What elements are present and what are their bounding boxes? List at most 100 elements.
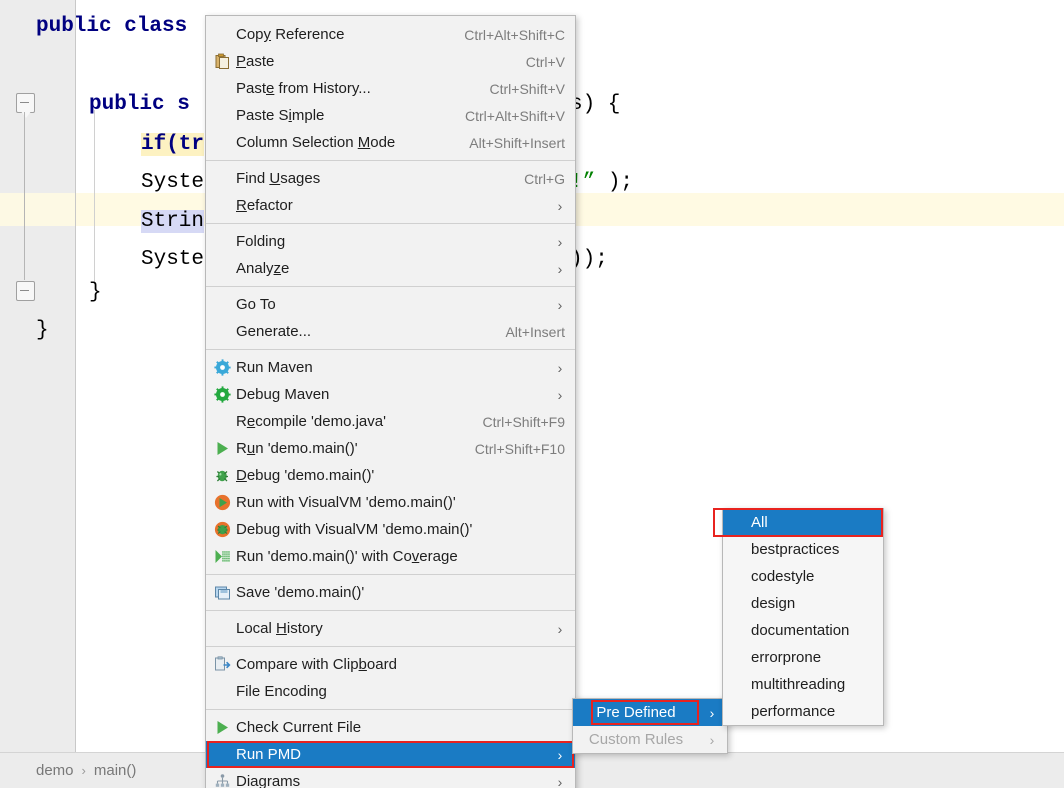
code-token: public s	[89, 93, 190, 116]
code-line-left-2: if(tr	[141, 128, 205, 161]
save-icon	[208, 579, 236, 606]
menu-item-run-maven[interactable]: Run Maven ›	[206, 354, 575, 381]
submenu-item-multithreading[interactable]: multithreading	[723, 671, 883, 698]
no-icon	[208, 165, 236, 192]
menu-item-label: bestpractices	[751, 541, 840, 558]
menu-item-run-demomain-with-coverage[interactable]: Run 'demo.main()' with Coverage	[206, 543, 575, 570]
visualvm-debug-icon	[208, 516, 236, 543]
code-line-left-7: }	[36, 314, 49, 347]
menu-item-run-with-visualvm-demomain[interactable]: Run with VisualVM 'demo.main()'	[206, 489, 575, 516]
code-line-left-4: Strin	[141, 205, 205, 238]
menu-item-shortcut: Ctrl+Shift+F10	[474, 440, 565, 457]
no-icon	[208, 678, 236, 705]
no-icon	[208, 192, 236, 219]
menu-item-shortcut: Alt+Shift+Insert	[469, 134, 565, 151]
menu-item-label: Paste from History...	[236, 80, 371, 97]
submenu-item-errorprone[interactable]: errorprone	[723, 644, 883, 671]
pre-defined-submenu[interactable]: All bestpractices codestyle design documenta…	[713, 508, 884, 726]
menu-item-recompile-demojava[interactable]: Recompile 'demo.java' Ctrl+Shift+F9	[206, 408, 575, 435]
menu-item-label: Paste Simple	[236, 107, 325, 124]
menu-item-label: Analyze	[236, 260, 290, 277]
submenu-item-bestpractices[interactable]: bestpractices	[723, 536, 883, 563]
breadcrumb-item[interactable]: main()	[94, 762, 137, 779]
submenu-item-custom-rules: Custom Rules ›	[573, 726, 727, 753]
menu-item-debug-with-visualvm-demomain[interactable]: Debug with VisualVM 'demo.main()'	[206, 516, 575, 543]
menu-separator	[206, 286, 575, 287]
submenu-item-documentation[interactable]: documentation	[723, 617, 883, 644]
code-token: ”	[582, 171, 596, 194]
menu-item-label: Folding	[236, 233, 286, 250]
menu-item-paste-simple[interactable]: Paste Simple Ctrl+Alt+Shift+V	[206, 102, 575, 129]
menu-item-shortcut: Alt+Insert	[505, 323, 565, 340]
code-token: Syste	[141, 248, 205, 271]
menu-item-generate[interactable]: Generate... Alt+Insert	[206, 318, 575, 345]
code-token: }	[36, 319, 49, 342]
submenu-arrow-icon: ›	[709, 704, 715, 721]
menu-item-label: Run Maven	[236, 359, 313, 376]
menu-item-label: multithreading	[751, 676, 846, 693]
menu-item-compare-with-clipboard[interactable]: Compare with Clipboard	[206, 651, 575, 678]
menu-item-label: Debug Maven	[236, 386, 330, 403]
menu-item-label: Generate...	[236, 323, 312, 340]
no-icon	[208, 75, 236, 102]
menu-item-label: Paste	[236, 53, 275, 70]
menu-item-diagrams[interactable]: Diagrams ›	[206, 768, 575, 788]
menu-item-find-usages[interactable]: Find Usages Ctrl+G	[206, 165, 575, 192]
editor-context-menu[interactable]: Copy Reference Ctrl+Alt+Shift+C Paste Ctrl+…	[205, 15, 576, 788]
submenu-arrow-icon: ›	[557, 197, 563, 214]
submenu-item-codestyle[interactable]: codestyle	[723, 563, 883, 590]
menu-item-label: Debug 'demo.main()'	[236, 467, 375, 484]
menu-item-label: Check Current File	[236, 719, 362, 736]
menu-item-refactor[interactable]: Refactor ›	[206, 192, 575, 219]
submenu-item-all[interactable]: All	[713, 508, 883, 537]
submenu-item-pre-defined[interactable]: Pre Defined ›	[573, 699, 727, 726]
menu-item-go-to[interactable]: Go To ›	[206, 291, 575, 318]
submenu-item-performance[interactable]: performance	[723, 698, 883, 725]
menu-item-file-encoding[interactable]: File Encoding	[206, 678, 575, 705]
menu-item-shortcut: Ctrl+Alt+Shift+V	[465, 107, 565, 124]
code-token: public class	[36, 15, 188, 38]
menu-item-label: Local History	[236, 620, 323, 637]
menu-item-save-demomain[interactable]: Save 'demo.main()'	[206, 579, 575, 606]
code-line-left-0: public class	[36, 10, 187, 43]
menu-item-label: documentation	[751, 622, 850, 639]
menu-item-paste-from-history[interactable]: Paste from History... Ctrl+Shift+V	[206, 75, 575, 102]
menu-item-folding[interactable]: Folding ›	[206, 228, 575, 255]
submenu-arrow-icon: ›	[557, 620, 563, 637]
no-icon	[208, 255, 236, 282]
menu-item-paste[interactable]: Paste Ctrl+V	[206, 48, 575, 75]
run-pmd-submenu[interactable]: Pre Defined › Custom Rules ›	[572, 698, 728, 754]
menu-item-label: File Encoding	[236, 683, 327, 700]
submenu-arrow-icon: ›	[557, 746, 563, 763]
breadcrumb[interactable]: demo › main()	[36, 762, 136, 779]
menu-item-label: Column Selection Mode	[236, 134, 396, 151]
submenu-item-design[interactable]: design	[723, 590, 883, 617]
compare-clipboard-icon	[208, 651, 236, 678]
menu-item-debug-maven[interactable]: Debug Maven ›	[206, 381, 575, 408]
paste-icon	[208, 48, 236, 75]
menu-item-label: Run PMD	[236, 746, 302, 763]
menu-item-label: Run 'demo.main()' with Coverage	[236, 548, 458, 565]
menu-separator	[206, 646, 575, 647]
menu-separator	[206, 223, 575, 224]
submenu-arrow-icon: ›	[557, 359, 563, 376]
menu-item-label: errorprone	[751, 649, 822, 666]
breadcrumb-item[interactable]: demo	[36, 762, 74, 779]
no-icon	[208, 228, 236, 255]
menu-item-run-demomain[interactable]: Run 'demo.main()' Ctrl+Shift+F10	[206, 435, 575, 462]
menu-item-copy-reference[interactable]: Copy Reference Ctrl+Alt+Shift+C	[206, 21, 575, 48]
menu-item-check-current-file[interactable]: Check Current File	[206, 714, 575, 741]
menu-item-debug-demomain[interactable]: Debug 'demo.main()'	[206, 462, 575, 489]
submenu-arrow-icon: ›	[557, 260, 563, 277]
menu-item-column-selection-mode[interactable]: Column Selection Mode Alt+Shift+Insert	[206, 129, 575, 156]
menu-item-local-history[interactable]: Local History ›	[206, 615, 575, 642]
menu-item-run-pmd[interactable]: Run PMD ›	[206, 741, 575, 768]
menu-item-label: Copy Reference	[236, 26, 345, 43]
code-token: s) {	[570, 93, 621, 116]
maven-green-gear-icon	[208, 381, 236, 408]
submenu-arrow-icon: ›	[557, 233, 563, 250]
menu-item-analyze[interactable]: Analyze ›	[206, 255, 575, 282]
ide-window: public class public s if(tr Syste Strin Syste…	[0, 0, 1064, 788]
menu-separator	[206, 574, 575, 575]
code-line-left-1: public s	[89, 88, 190, 121]
